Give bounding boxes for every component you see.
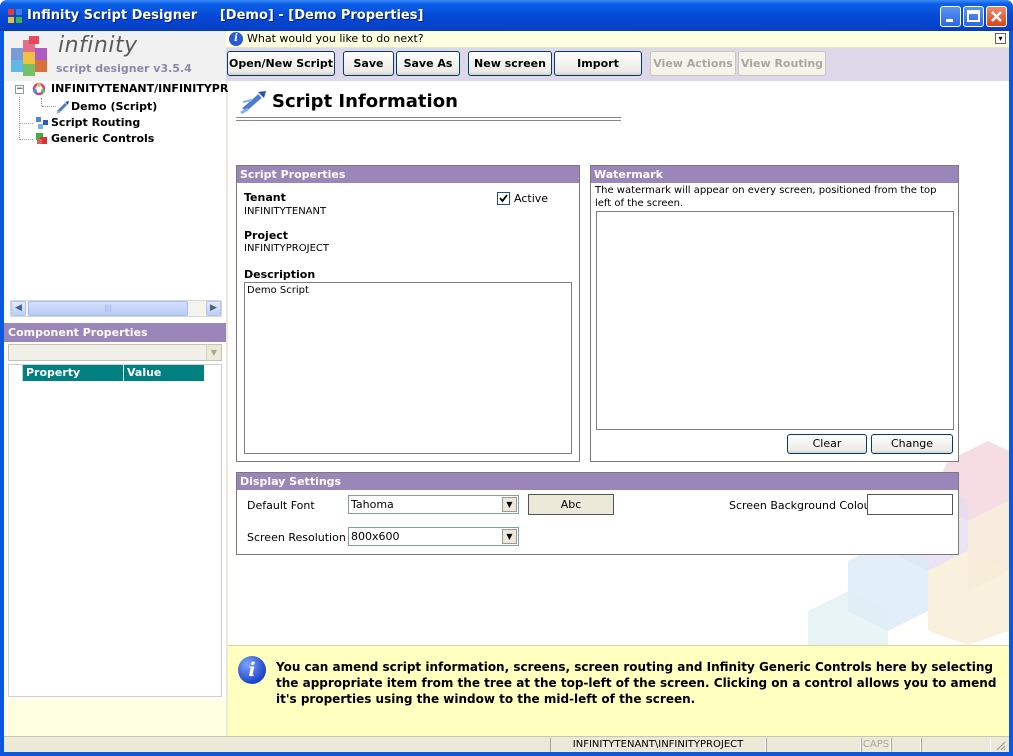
- save-as-button[interactable]: Save As: [396, 51, 460, 76]
- new-screen-button[interactable]: New screen: [468, 51, 552, 76]
- status-bar: INFINITYTENANT\INFINITYPROJECT CAPS: [4, 736, 1009, 752]
- tree-root-label: INFINITYTENANT/INFINITYPRO...: [51, 82, 250, 95]
- description-label: Description: [244, 268, 316, 281]
- clear-button[interactable]: Clear: [787, 434, 867, 454]
- status-caps: CAPS: [861, 738, 891, 752]
- component-properties-header: Component Properties: [4, 323, 226, 342]
- tenant-label: Tenant: [244, 191, 286, 204]
- scroll-right-icon[interactable]: ▶: [206, 301, 221, 316]
- logo-wordmark: infinity: [58, 33, 138, 58]
- display-settings-panel: Display Settings Default Font Tahoma ▼ A…: [236, 472, 959, 555]
- minimize-icon: [946, 19, 953, 22]
- tree-item-generic-controls[interactable]: Generic Controls: [4, 131, 226, 147]
- scroll-left-icon[interactable]: ◀: [11, 301, 26, 316]
- active-checkbox[interactable]: [497, 192, 510, 205]
- maximize-icon: [967, 10, 980, 22]
- chevron-down-icon[interactable]: ▼: [206, 345, 221, 360]
- chevron-down-icon[interactable]: ▼: [502, 497, 517, 512]
- left-panel: infinity script designer v3.5.4 − INFINI…: [4, 31, 250, 736]
- page-title: Script Information: [272, 91, 458, 112]
- checkmark-icon: [499, 194, 508, 203]
- default-font-value: Tahoma: [351, 498, 394, 511]
- routing-icon: [36, 117, 48, 129]
- tree-item-root[interactable]: − INFINITYTENANT/INFINITYPRO...: [4, 81, 250, 97]
- screen-resolution-value: 800x600: [351, 530, 400, 543]
- screen-resolution-label: Screen Resolution: [247, 531, 346, 544]
- display-settings-header: Display Settings: [237, 473, 958, 490]
- application-window: Infinity Script Designer [Demo] - [Demo …: [0, 0, 1013, 756]
- default-font-select[interactable]: Tahoma ▼: [348, 495, 519, 514]
- tree-item-label: Generic Controls: [51, 132, 155, 145]
- watermark-header: Watermark: [591, 166, 958, 183]
- logo: infinity script designer v3.5.4: [4, 31, 226, 81]
- bg-colour-swatch[interactable]: [867, 494, 953, 515]
- property-column-header[interactable]: Property: [23, 365, 123, 381]
- status-empty-panel: [766, 738, 861, 752]
- tree-item-label: Demo (Script): [71, 100, 158, 113]
- change-button[interactable]: Change: [871, 434, 953, 454]
- font-sample-button[interactable]: Abc: [528, 494, 614, 515]
- bg-colour-label: Screen Background Colour: [729, 499, 876, 512]
- question-bar: i What would you like to do next? ▾: [226, 31, 1009, 48]
- title-bar[interactable]: Infinity Script Designer [Demo] - [Demo …: [0, 0, 1013, 31]
- default-font-label: Default Font: [247, 499, 315, 512]
- row-header-corner: [9, 365, 23, 381]
- status-project-path: INFINITYTENANT\INFINITYPROJECT: [550, 738, 766, 752]
- tree-item-label: Script Routing: [51, 116, 141, 129]
- help-info-bar: i You can amend script information, scre…: [228, 645, 1009, 736]
- open-new-script-button[interactable]: Open/New Script: [227, 51, 335, 76]
- toolbar: Open/New Script Save Save As New screen …: [226, 48, 1009, 93]
- status-empty-panel: [921, 738, 991, 752]
- collapse-icon[interactable]: −: [15, 85, 24, 94]
- collapse-toggle-icon[interactable]: ▾: [995, 33, 1006, 44]
- import-screen-button[interactable]: Import screen: [554, 51, 642, 93]
- status-empty-panel: [891, 738, 921, 752]
- watermark-panel: Watermark The watermark will appear on e…: [590, 165, 959, 462]
- watermark-image-box[interactable]: [596, 211, 954, 430]
- generic-controls-icon: [36, 133, 47, 144]
- window-title: Infinity Script Designer [Demo] - [Demo …: [27, 8, 424, 23]
- title-divider: [236, 120, 621, 121]
- question-text: What would you like to do next?: [247, 32, 424, 45]
- view-routing-button[interactable]: View Routing: [738, 51, 826, 76]
- script-tree[interactable]: − INFINITYTENANT/INFINITYPRO... Demo (Sc…: [4, 81, 250, 301]
- tree-item-script-routing[interactable]: Script Routing: [4, 115, 226, 131]
- tenant-value: INFINITYTENANT: [244, 206, 327, 217]
- close-button[interactable]: [986, 6, 1007, 27]
- client-area: infinity script designer v3.5.4 − INFINI…: [4, 31, 1009, 752]
- left-footer: [4, 699, 226, 736]
- app-icon: [8, 9, 22, 23]
- project-value: INFINITYPROJECT: [244, 243, 329, 254]
- script-properties-panel: Script Properties Tenant INFINITYTENANT …: [236, 165, 580, 462]
- chevron-down-icon[interactable]: ▼: [502, 529, 517, 544]
- script-brush-icon: [240, 91, 266, 114]
- project-icon: [32, 82, 46, 96]
- logo-version: script designer v3.5.4: [56, 62, 192, 75]
- help-text: You can amend script information, screen…: [276, 660, 997, 706]
- infinity-cubes-logo-icon: [11, 36, 47, 76]
- component-select[interactable]: ▼: [8, 344, 222, 361]
- title-divider: [236, 117, 621, 118]
- info-icon: i: [229, 32, 243, 46]
- scrollbar-thumb[interactable]: |||: [28, 301, 188, 316]
- tree-item-demo-script[interactable]: Demo (Script): [4, 99, 226, 115]
- script-brush-icon: [56, 101, 69, 114]
- description-textarea[interactable]: Demo Script: [244, 282, 572, 454]
- info-icon: i: [238, 656, 266, 684]
- maximize-button[interactable]: [963, 6, 984, 27]
- property-grid[interactable]: Property Value: [8, 364, 222, 697]
- project-label: Project: [244, 229, 289, 242]
- value-column-header[interactable]: Value: [124, 365, 204, 381]
- active-label: Active: [514, 192, 549, 205]
- watermark-help-text: The watermark will appear on every scree…: [595, 185, 937, 209]
- close-icon: [991, 11, 1002, 22]
- view-actions-button[interactable]: View Actions: [650, 51, 736, 76]
- resize-grip-icon[interactable]: [994, 739, 1006, 751]
- save-button[interactable]: Save: [343, 51, 394, 76]
- tree-horizontal-scrollbar[interactable]: ◀ ||| ▶: [10, 300, 222, 317]
- script-properties-header: Script Properties: [237, 166, 579, 183]
- minimize-button[interactable]: [940, 6, 961, 27]
- screen-resolution-select[interactable]: 800x600 ▼: [348, 527, 519, 546]
- main-content: Script Information Script Properties Ten…: [228, 81, 1009, 645]
